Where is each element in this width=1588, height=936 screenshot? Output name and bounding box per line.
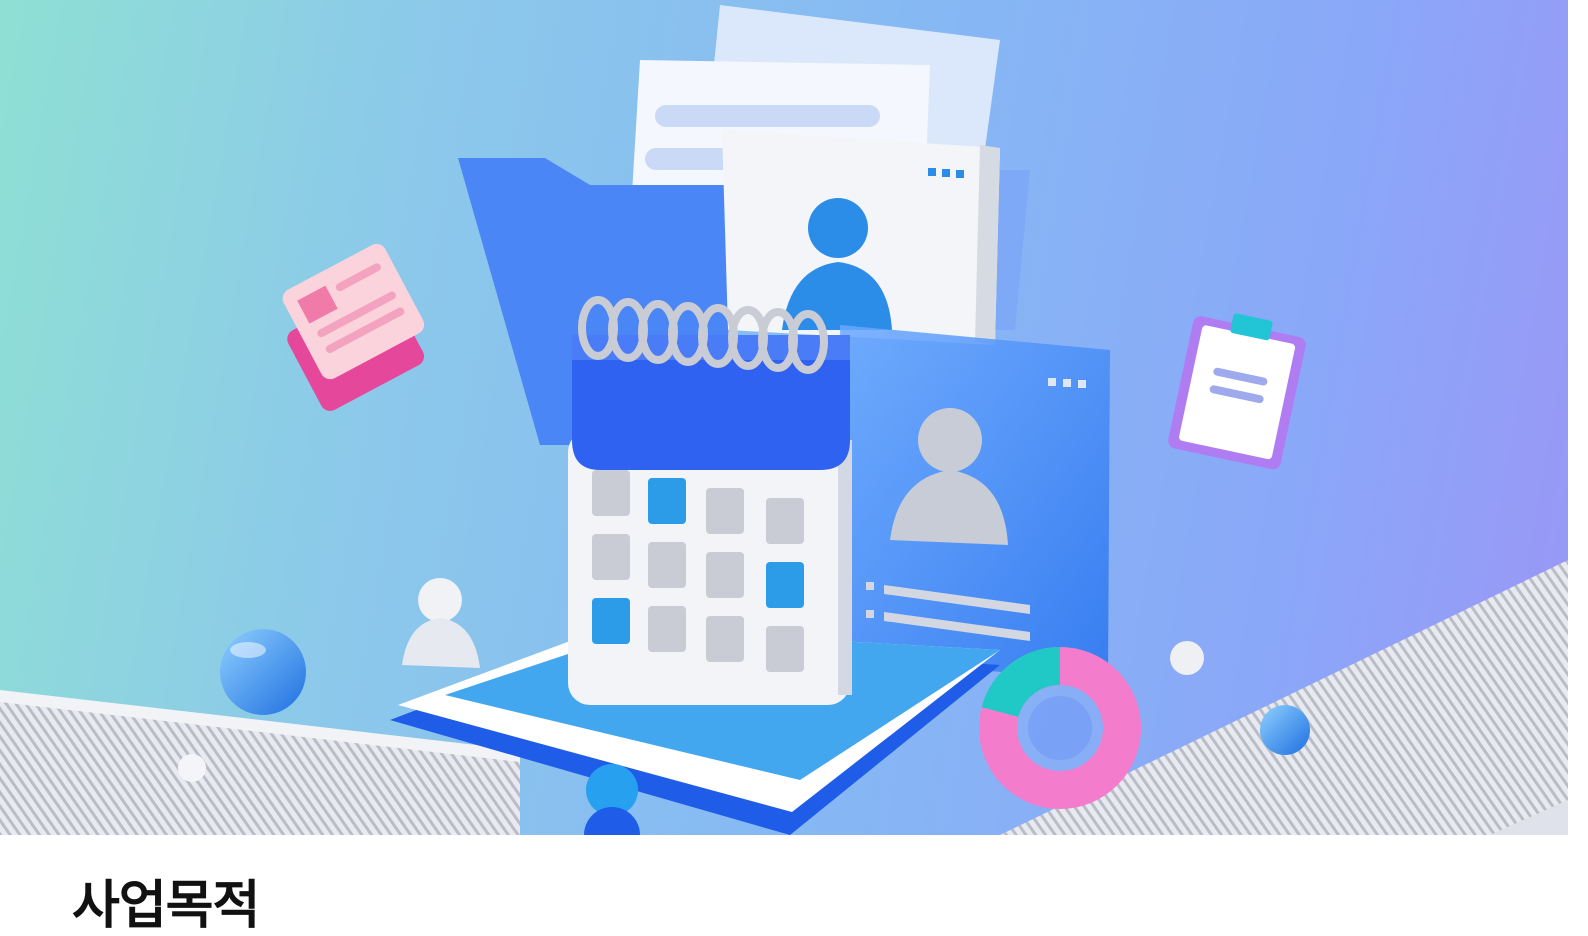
page-title: 사업목적 (72, 876, 260, 936)
profile-card-icon (722, 130, 1000, 345)
clipboard-icon (1168, 313, 1306, 470)
hero-banner (0, 0, 1568, 835)
pink-document-icon (282, 243, 425, 411)
glass-screen-icon (840, 325, 1110, 680)
donut-chart-icon (979, 646, 1141, 809)
hero-illustration (0, 5, 1568, 835)
person-figure-icon (402, 578, 480, 668)
calendar-icon (568, 296, 852, 705)
